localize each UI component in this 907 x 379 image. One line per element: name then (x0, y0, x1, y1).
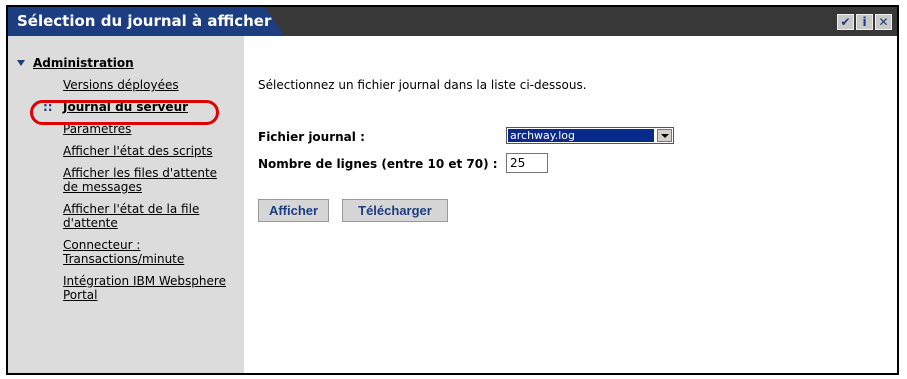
titlebar-icons: ✔ i ✕ (837, 14, 892, 30)
active-marker-icon: :: (43, 100, 53, 114)
chevron-down-icon[interactable] (657, 129, 672, 142)
window-title: Sélection du journal à afficher (17, 12, 272, 30)
sidebar-item-label[interactable]: Journal du serveur (63, 100, 188, 114)
sidebar: Administration Versions déployées :: Jour… (8, 36, 244, 373)
sidebar-item-queue-status[interactable]: Afficher l'état de la file d'attente (63, 202, 233, 230)
sidebar-item-ibm-portal[interactable]: Intégration IBM Websphere Portal (63, 274, 233, 302)
info-icon[interactable]: i (856, 14, 873, 30)
sidebar-item-server-log[interactable]: :: Journal du serveur (43, 100, 233, 114)
log-file-select[interactable]: archway.log (506, 127, 674, 144)
administration-header[interactable]: Administration (17, 56, 134, 70)
sidebar-nav: Versions déployées :: Journal du serveur … (43, 78, 233, 310)
sidebar-item-script-status[interactable]: Afficher l'état des scripts (63, 144, 233, 158)
title-bar: Sélection du journal à afficher ✔ i ✕ (8, 7, 897, 36)
sidebar-item-parameters[interactable]: Paramètres (63, 122, 233, 136)
log-selection-window: Sélection du journal à afficher ✔ i ✕ Ad… (6, 5, 899, 375)
download-button[interactable]: Télécharger (342, 199, 448, 222)
show-button[interactable]: Afficher (258, 199, 329, 222)
sidebar-item-versions[interactable]: Versions déployées (63, 78, 233, 92)
administration-label[interactable]: Administration (33, 56, 134, 70)
checkmark-icon[interactable]: ✔ (837, 14, 854, 30)
log-file-label: Fichier journal : (258, 130, 365, 144)
main-content: Sélectionnez un fichier journal dans la … (244, 36, 897, 373)
sidebar-item-message-queues[interactable]: Afficher les files d'attente de messages (63, 166, 233, 194)
sidebar-item-connector-tpm[interactable]: Connecteur : Transactions/minute (63, 238, 233, 266)
lines-label: Nombre de lignes (entre 10 et 70) : (258, 157, 498, 171)
lines-input[interactable] (506, 153, 548, 173)
collapse-triangle-icon[interactable] (17, 60, 25, 66)
close-icon[interactable]: ✕ (875, 14, 892, 30)
intro-text: Sélectionnez un fichier journal dans la … (258, 78, 587, 92)
log-file-selected-value[interactable]: archway.log (508, 129, 654, 142)
